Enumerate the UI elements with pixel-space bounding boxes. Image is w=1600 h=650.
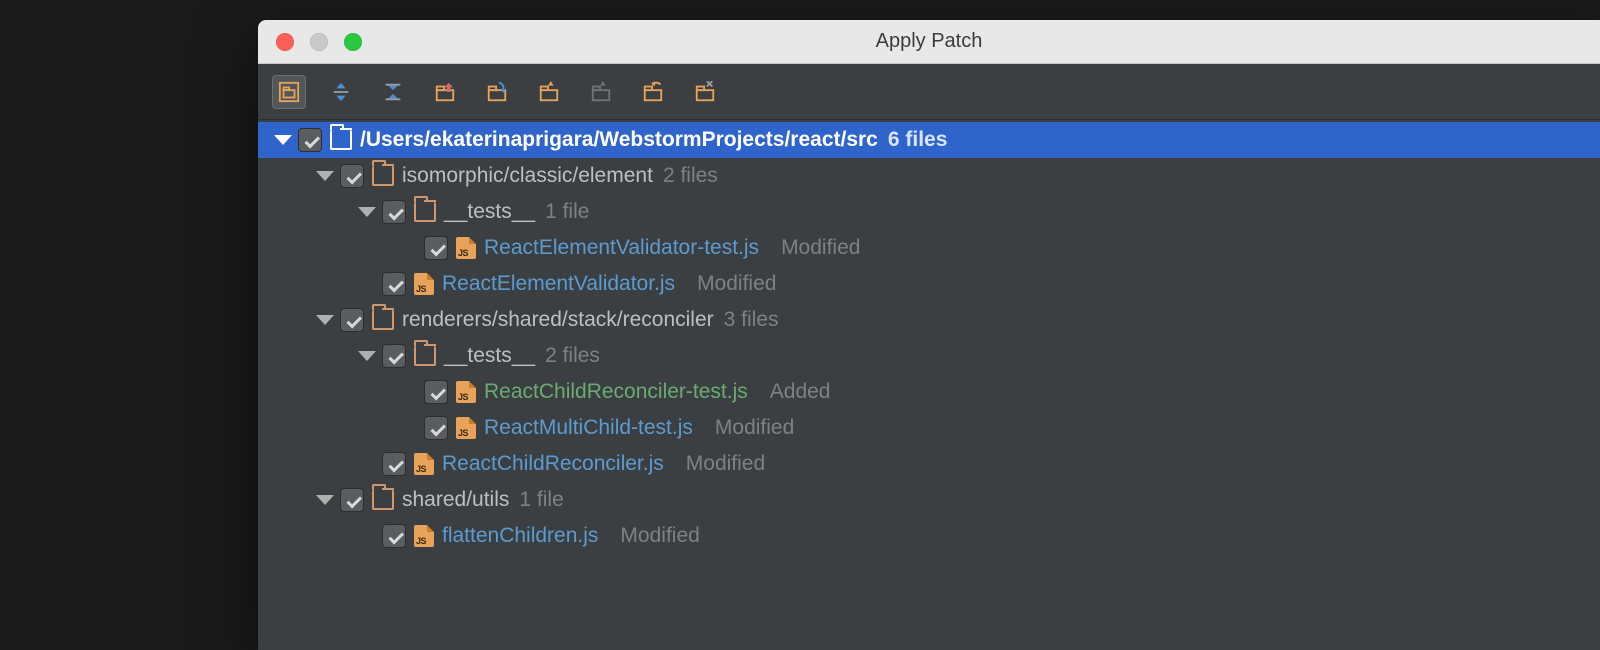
js-file-icon (456, 417, 476, 439)
file-status: Modified (715, 416, 794, 440)
tree-row[interactable]: renderers/shared/stack/reconciler 3 files (258, 302, 1600, 338)
window-controls (258, 33, 362, 51)
titlebar[interactable]: Apply Patch (258, 20, 1600, 64)
checkbox[interactable] (424, 236, 448, 260)
delete-folder-button[interactable] (688, 75, 722, 109)
collapse-all-icon (382, 81, 404, 103)
file-tree[interactable]: /Users/ekaterinaprigara/WebstormProjects… (258, 120, 1600, 650)
tree-row[interactable]: shared/utils 1 file (258, 482, 1600, 518)
pull-folder-button[interactable] (428, 75, 462, 109)
checkbox[interactable] (340, 488, 364, 512)
tree-label: /Users/ekaterinaprigara/WebstormProjects… (360, 128, 878, 152)
close-icon[interactable] (276, 33, 294, 51)
toolbar (258, 64, 1600, 120)
file-count: 1 file (519, 488, 563, 512)
collapse-all-button[interactable] (376, 75, 410, 109)
js-file-icon (414, 453, 434, 475)
folder-icon (414, 202, 436, 222)
checkbox[interactable] (382, 452, 406, 476)
expand-all-icon (330, 81, 352, 103)
file-status: Modified (697, 272, 776, 296)
folder-box-icon (278, 81, 300, 103)
file-count: 6 files (888, 128, 948, 152)
expand-all-button[interactable] (324, 75, 358, 109)
tree-row-root[interactable]: /Users/ekaterinaprigara/WebstormProjects… (258, 122, 1600, 158)
zoom-icon[interactable] (344, 33, 362, 51)
checkbox[interactable] (424, 380, 448, 404)
delete-folder-icon (694, 81, 716, 103)
drop-folder-icon (486, 81, 508, 103)
chevron-down-icon[interactable] (316, 315, 334, 325)
folder-icon (372, 310, 394, 330)
tree-row[interactable]: ReactChildReconciler-test.js Added (258, 374, 1600, 410)
js-file-icon (456, 237, 476, 259)
checkbox[interactable] (298, 128, 322, 152)
tree-row[interactable]: __tests__ 1 file (258, 194, 1600, 230)
tree-row[interactable]: __tests__ 2 files (258, 338, 1600, 374)
gray-folder-icon (590, 81, 612, 103)
open-folder-button[interactable] (532, 75, 566, 109)
file-count: 2 files (663, 164, 718, 188)
open-folder-icon (538, 81, 560, 103)
chevron-down-icon[interactable] (274, 135, 292, 145)
tree-row[interactable]: flattenChildren.js Modified (258, 518, 1600, 554)
tree-label: ReactElementValidator.js (442, 272, 675, 296)
tree-label: __tests__ (444, 344, 535, 368)
file-status: Added (770, 380, 831, 404)
tree-label: ReactChildReconciler-test.js (484, 380, 748, 404)
file-count: 3 files (724, 308, 779, 332)
file-status: Modified (781, 236, 860, 260)
tree-label: renderers/shared/stack/reconciler (402, 308, 714, 332)
file-count: 2 files (545, 344, 600, 368)
window-title: Apply Patch (258, 30, 1600, 53)
tree-row[interactable]: isomorphic/classic/element 2 files (258, 158, 1600, 194)
chevron-down-icon[interactable] (316, 495, 334, 505)
checkbox[interactable] (382, 344, 406, 368)
tree-label: shared/utils (402, 488, 509, 512)
checkbox[interactable] (340, 308, 364, 332)
folder-icon (372, 490, 394, 510)
group-by-directory-button[interactable] (272, 75, 306, 109)
tree-label: ReactElementValidator-test.js (484, 236, 759, 260)
folder-icon (330, 130, 352, 150)
tree-label: flattenChildren.js (442, 524, 598, 548)
checkbox[interactable] (382, 524, 406, 548)
js-file-icon (414, 525, 434, 547)
checkbox[interactable] (340, 164, 364, 188)
chevron-down-icon[interactable] (358, 351, 376, 361)
tree-row[interactable]: ReactChildReconciler.js Modified (258, 446, 1600, 482)
pull-folder-icon (434, 81, 456, 103)
chevron-down-icon[interactable] (316, 171, 334, 181)
file-count: 1 file (545, 200, 589, 224)
revert-folder-button[interactable] (636, 75, 670, 109)
gray-folder-button[interactable] (584, 75, 618, 109)
file-status: Modified (686, 452, 765, 476)
tree-label: __tests__ (444, 200, 535, 224)
apply-patch-window: Apply Patch (258, 20, 1600, 650)
checkbox[interactable] (424, 416, 448, 440)
chevron-down-icon[interactable] (358, 207, 376, 217)
checkbox[interactable] (382, 272, 406, 296)
file-status: Modified (620, 524, 699, 548)
drop-folder-button[interactable] (480, 75, 514, 109)
tree-label: ReactChildReconciler.js (442, 452, 664, 476)
js-file-icon (456, 381, 476, 403)
js-file-icon (414, 273, 434, 295)
tree-label: isomorphic/classic/element (402, 164, 653, 188)
tree-row[interactable]: ReactElementValidator.js Modified (258, 266, 1600, 302)
revert-folder-icon (642, 81, 664, 103)
tree-row[interactable]: ReactMultiChild-test.js Modified (258, 410, 1600, 446)
tree-row[interactable]: ReactElementValidator-test.js Modified (258, 230, 1600, 266)
checkbox[interactable] (382, 200, 406, 224)
tree-label: ReactMultiChild-test.js (484, 416, 693, 440)
folder-icon (414, 346, 436, 366)
folder-icon (372, 166, 394, 186)
minimize-icon[interactable] (310, 33, 328, 51)
